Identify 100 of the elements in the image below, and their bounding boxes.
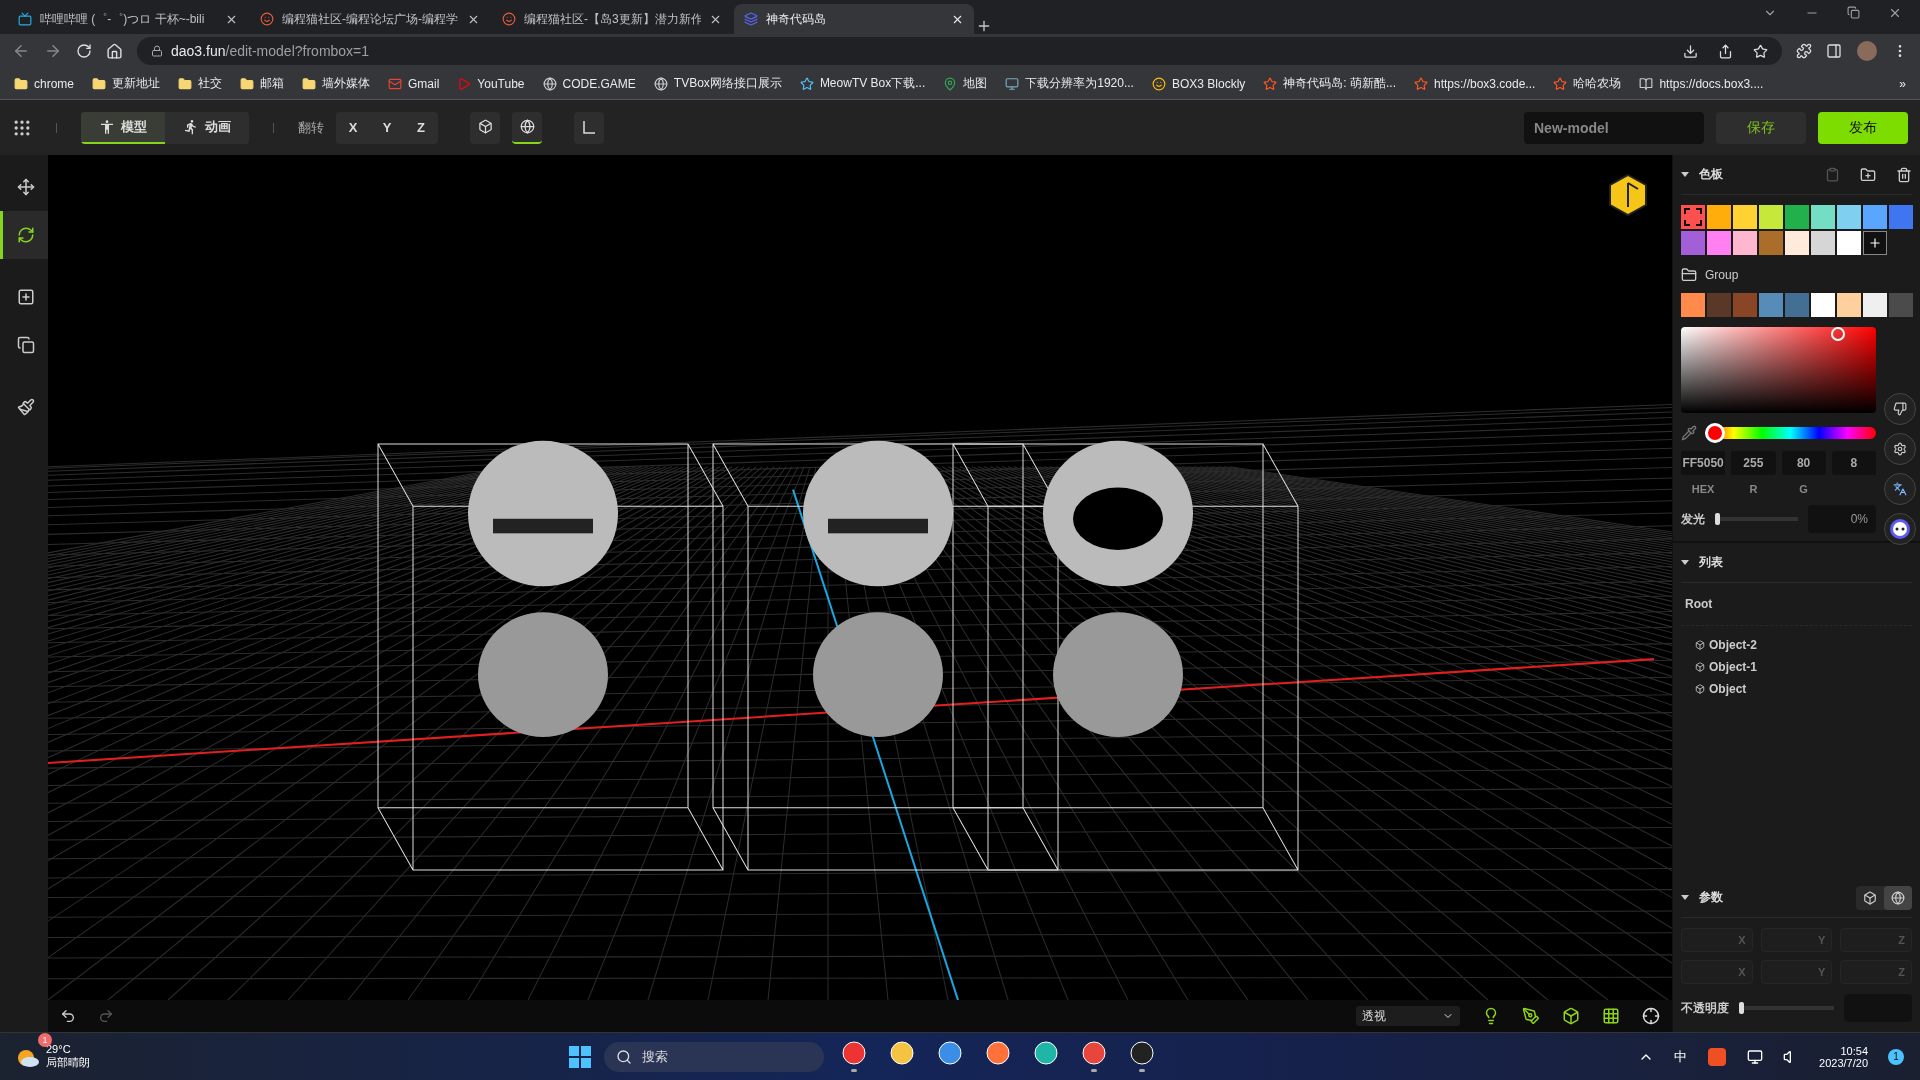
camera-select[interactable]: 透视 bbox=[1356, 1006, 1460, 1026]
feedback-button[interactable] bbox=[1884, 393, 1916, 425]
color-swatch[interactable] bbox=[1759, 293, 1783, 317]
object-item[interactable]: Object-1 bbox=[1681, 656, 1912, 678]
add-folder-icon[interactable] bbox=[1860, 166, 1876, 183]
color-swatch[interactable] bbox=[1811, 293, 1835, 317]
color-swatch[interactable] bbox=[1785, 205, 1809, 229]
share-icon[interactable] bbox=[1718, 43, 1733, 59]
bookmark-link[interactable]: 更新地址 bbox=[92, 75, 160, 92]
reload-icon[interactable] bbox=[76, 43, 92, 59]
crosshair-icon[interactable] bbox=[1642, 1007, 1660, 1025]
color-swatch[interactable] bbox=[1811, 231, 1835, 255]
browser-tab[interactable]: 哔哩哔哩 (゜-゜)つロ 干杯~-bili bbox=[8, 4, 248, 34]
browser-tab[interactable]: 编程猫社区-编程论坛广场-编程学 bbox=[250, 4, 490, 34]
color-swatch[interactable] bbox=[1681, 293, 1705, 317]
bookmark-link[interactable]: 地图 bbox=[943, 75, 988, 92]
bookmark-link[interactable]: 社交 bbox=[178, 75, 222, 92]
bookmark-link[interactable]: 邮箱 bbox=[240, 75, 284, 92]
extensions-icon[interactable] bbox=[1796, 43, 1812, 59]
color-swatch[interactable] bbox=[1759, 231, 1783, 255]
input-method-indicator[interactable]: 中 bbox=[1674, 1047, 1688, 1066]
network-icon[interactable] bbox=[1747, 1048, 1764, 1065]
view-mode-button[interactable] bbox=[470, 111, 500, 144]
model-name-field[interactable]: New-model bbox=[1524, 111, 1704, 144]
pen-icon[interactable] bbox=[1522, 1007, 1540, 1025]
view-mode-button[interactable] bbox=[512, 111, 542, 144]
flip-axis-button[interactable]: X bbox=[336, 111, 370, 144]
color-value-field[interactable]: 80 bbox=[1781, 451, 1826, 475]
slider-thumb[interactable] bbox=[1715, 513, 1720, 525]
color-swatch[interactable] bbox=[1707, 231, 1731, 255]
cube-icon[interactable] bbox=[1562, 1007, 1580, 1025]
color-value-field[interactable]: 8 bbox=[1831, 451, 1876, 475]
slider-thumb[interactable] bbox=[1739, 1002, 1744, 1014]
redo-icon[interactable] bbox=[98, 1008, 114, 1024]
color-swatch[interactable] bbox=[1785, 293, 1809, 317]
bookmark-link[interactable]: 神奇代码岛: 萌新酷... bbox=[1263, 75, 1396, 92]
mode-tab[interactable]: 模型 bbox=[81, 111, 165, 144]
bookmark-link[interactable]: https://box3.code... bbox=[1413, 76, 1536, 91]
collapse-icon[interactable] bbox=[1681, 560, 1689, 565]
color-swatch[interactable] bbox=[1707, 293, 1731, 317]
tree-root[interactable]: Root bbox=[1681, 583, 1912, 626]
color-swatch[interactable] bbox=[1811, 205, 1835, 229]
close-icon[interactable] bbox=[1888, 6, 1902, 20]
bookmark-link[interactable]: 墙外媒体 bbox=[302, 75, 370, 92]
collapse-icon[interactable] bbox=[1681, 172, 1689, 177]
color-swatch[interactable] bbox=[1889, 205, 1913, 229]
hue-thumb[interactable] bbox=[1705, 423, 1725, 443]
undo-icon[interactable] bbox=[60, 1008, 76, 1024]
bookmark-link[interactable]: YouTube bbox=[457, 76, 525, 91]
address-field[interactable]: dao3.fun/edit-model?frombox=1 bbox=[137, 37, 1782, 65]
home-icon[interactable] bbox=[106, 42, 123, 60]
bookmark-link[interactable]: CODE.GAME bbox=[542, 76, 636, 91]
more-bookmarks-button[interactable]: » bbox=[1899, 76, 1906, 91]
avatar-icon[interactable] bbox=[1856, 40, 1878, 62]
translate-button[interactable] bbox=[1884, 473, 1916, 505]
clock-text[interactable]: 10:54 2023/7/20 bbox=[1819, 1044, 1868, 1069]
bookmark-link[interactable]: BOX3 Blockly bbox=[1151, 76, 1246, 91]
color-swatch[interactable] bbox=[1785, 231, 1809, 255]
grid-icon[interactable] bbox=[1602, 1007, 1620, 1025]
color-value-field[interactable]: FF5050 bbox=[1681, 451, 1726, 475]
flip-axis-button[interactable]: Z bbox=[404, 111, 438, 144]
object-item[interactable]: Object-2 bbox=[1681, 634, 1912, 656]
color-swatch[interactable] bbox=[1863, 205, 1887, 229]
settings-button[interactable] bbox=[1884, 433, 1916, 465]
add-swatch-button[interactable] bbox=[1863, 231, 1887, 255]
tool-button[interactable] bbox=[0, 211, 48, 259]
color-swatch[interactable] bbox=[1681, 231, 1705, 255]
color-swatch[interactable] bbox=[1837, 231, 1861, 255]
bookmark-link[interactable]: 哈哈农场 bbox=[1553, 75, 1622, 92]
save-button[interactable]: 保存 bbox=[1716, 111, 1806, 144]
bookmark-link[interactable]: MeowTV Box下载... bbox=[799, 75, 926, 92]
color-value-field[interactable]: 255 bbox=[1731, 451, 1776, 475]
color-swatch[interactable] bbox=[1863, 293, 1887, 317]
taskbar-search-field[interactable]: 搜索 bbox=[604, 1041, 825, 1072]
color-swatch[interactable] bbox=[1837, 293, 1861, 317]
saturation-picker[interactable] bbox=[1681, 327, 1876, 413]
object-item[interactable]: Object bbox=[1681, 678, 1912, 700]
axes-button[interactable] bbox=[574, 111, 604, 144]
color-swatch[interactable] bbox=[1889, 293, 1913, 317]
assistant-button[interactable] bbox=[1884, 513, 1916, 545]
color-swatch[interactable] bbox=[1707, 205, 1731, 229]
bookmark-link[interactable]: chrome bbox=[14, 76, 74, 91]
restore-icon[interactable] bbox=[1847, 6, 1860, 19]
picker-handle[interactable] bbox=[1831, 327, 1845, 341]
forward-icon[interactable] bbox=[44, 42, 62, 60]
publish-button[interactable]: 发布 bbox=[1818, 111, 1908, 144]
delete-icon[interactable] bbox=[1896, 166, 1912, 183]
flip-axis-button[interactable]: Y bbox=[370, 111, 404, 144]
side-panel-icon[interactable] bbox=[1826, 43, 1842, 59]
bookmark-link[interactable]: 下载分辨率为1920... bbox=[1005, 75, 1134, 92]
browser-tab[interactable]: 神奇代码岛 bbox=[734, 4, 974, 34]
folder-icon[interactable] bbox=[1681, 267, 1697, 283]
color-swatch[interactable] bbox=[1759, 205, 1783, 229]
eyedropper-icon[interactable] bbox=[1681, 425, 1697, 441]
color-swatch[interactable] bbox=[1733, 293, 1757, 317]
color-swatch[interactable] bbox=[1733, 231, 1757, 255]
view-cube-icon[interactable] bbox=[1608, 173, 1648, 217]
bookmark-link[interactable]: https://docs.box3.... bbox=[1639, 76, 1764, 91]
bookmark-link[interactable]: Gmail bbox=[388, 76, 440, 91]
color-swatch[interactable] bbox=[1681, 205, 1705, 229]
